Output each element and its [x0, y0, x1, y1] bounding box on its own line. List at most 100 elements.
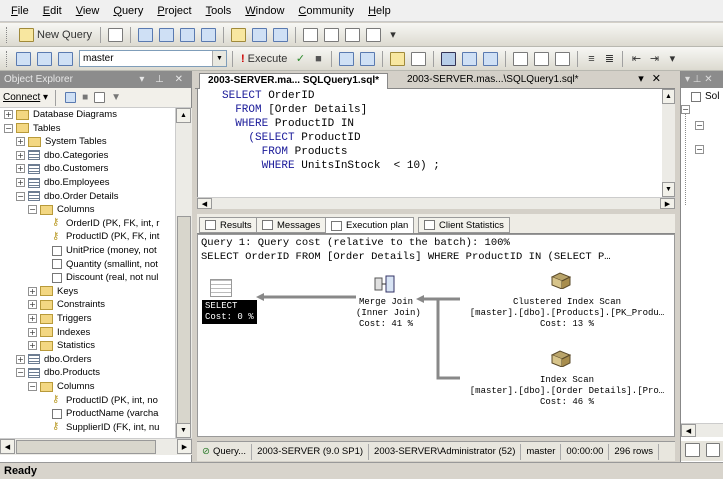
open-file-icon[interactable]: [231, 27, 247, 42]
collapse-icon[interactable]: −: [16, 368, 25, 378]
tree-node[interactable]: + dbo.Categories: [16, 149, 108, 162]
expand-icon[interactable]: +: [16, 137, 25, 147]
tree-node[interactable]: − dbo.Order Details: [16, 190, 118, 203]
registered-servers-icon[interactable]: [303, 27, 319, 42]
menu-help[interactable]: Help: [361, 1, 398, 21]
save-all-icon[interactable]: [273, 27, 289, 42]
editor-horizontal-scrollbar[interactable]: ◀ ▶: [197, 197, 675, 209]
expand-icon[interactable]: +: [16, 150, 25, 160]
scroll-left-icon[interactable]: ◀: [197, 198, 212, 209]
tree-node[interactable]: ⚷ ProductID (PK, int, no: [40, 394, 158, 407]
change-connection-icon[interactable]: [37, 51, 52, 66]
template-explorer-icon[interactable]: [345, 27, 361, 42]
solution-explorer-scrollbar[interactable]: ◀: [681, 423, 723, 437]
tree-node[interactable]: + Database Diagrams: [4, 108, 117, 121]
collapse-icon[interactable]: −: [16, 191, 25, 201]
outdent-icon[interactable]: ⇥: [646, 50, 662, 68]
menu-window[interactable]: Window: [238, 1, 291, 21]
sql-editor[interactable]: SELECT OrderID FROM [Order Details] WHER…: [197, 89, 673, 197]
refresh-icon[interactable]: [94, 92, 106, 103]
tree-node[interactable]: Discount (real, not nul: [40, 271, 158, 284]
connect-icon[interactable]: [16, 51, 31, 66]
filter-icon[interactable]: ▼: [111, 92, 121, 103]
object-explorer-horizontal-scrollbar[interactable]: ◀ ▶: [0, 438, 192, 455]
connect-button[interactable]: Connect ▾: [3, 92, 48, 103]
dmx-query-icon[interactable]: [180, 27, 196, 42]
collapse-icon[interactable]: −: [28, 382, 37, 391]
uncomment-icon[interactable]: ≡: [583, 50, 599, 68]
tree-node[interactable]: UnitPrice (money, not: [40, 244, 157, 257]
cancel-execution-icon[interactable]: ■: [310, 50, 326, 68]
tree-node[interactable]: + dbo.Orders: [16, 353, 92, 366]
object-explorer-vertical-scrollbar[interactable]: ▲ ▼: [175, 108, 192, 438]
menu-file[interactable]: File: [4, 1, 36, 21]
tab-messages[interactable]: Messages: [256, 217, 327, 233]
tree-node[interactable]: + Triggers: [28, 312, 92, 325]
display-estimated-plan-icon[interactable]: [339, 51, 355, 66]
disconnect-icon[interactable]: [65, 92, 77, 103]
expand-icon[interactable]: +: [4, 110, 13, 119]
tree-node[interactable]: + Keys: [28, 285, 78, 298]
expand-icon[interactable]: +: [28, 314, 37, 323]
expand-icon[interactable]: −: [695, 145, 704, 154]
panel-controls[interactable]: ▾ ⊥ ✕: [139, 74, 191, 85]
tree-node[interactable]: + System Tables: [16, 135, 107, 148]
analysis-query-icon[interactable]: [138, 27, 154, 42]
expand-icon[interactable]: +: [28, 341, 37, 351]
scroll-thumb[interactable]: [177, 216, 191, 426]
client-statistics-icon[interactable]: [462, 51, 478, 66]
save-icon[interactable]: [252, 27, 268, 42]
new-query-button[interactable]: New Query: [14, 26, 95, 44]
query-options-icon[interactable]: [360, 51, 376, 66]
tab-client-statistics[interactable]: Client Statistics: [418, 217, 510, 233]
scroll-up-icon[interactable]: ▲: [176, 108, 191, 123]
scroll-down-icon[interactable]: ▼: [662, 182, 675, 197]
document-window-controls[interactable]: ▾✕: [638, 72, 669, 85]
scroll-left-icon[interactable]: ◀: [681, 424, 696, 437]
scroll-right-icon[interactable]: ▶: [660, 198, 675, 209]
registered-servers-tab-icon[interactable]: [705, 443, 720, 457]
expand-icon[interactable]: +: [16, 354, 25, 364]
tree-node[interactable]: + Statistics: [28, 339, 95, 352]
results-to-grid-icon[interactable]: [513, 51, 529, 66]
scroll-up-icon[interactable]: ▲: [662, 89, 675, 104]
scroll-thumb[interactable]: [16, 440, 156, 454]
overflow-chevron-icon[interactable]: ▾: [664, 50, 680, 68]
menu-view[interactable]: View: [69, 1, 107, 21]
tree-node[interactable]: Quantity (smallint, not: [40, 258, 158, 271]
solution-explorer-tab-icon[interactable]: [685, 443, 700, 457]
include-actual-plan-icon[interactable]: [441, 51, 457, 66]
tree-node[interactable]: + Indexes: [28, 326, 90, 339]
database-select[interactable]: master ▼: [79, 50, 227, 67]
properties-icon[interactable]: [366, 27, 382, 42]
disconnect-icon[interactable]: [58, 51, 73, 66]
tree-node[interactable]: ⚷ SupplierID (FK, int, nu: [40, 421, 159, 434]
menu-edit[interactable]: Edit: [36, 1, 69, 21]
toolbar-grip[interactable]: [6, 50, 9, 67]
scroll-right-icon[interactable]: ▶: [177, 439, 192, 454]
collapse-icon[interactable]: −: [28, 205, 37, 215]
menu-community[interactable]: Community: [291, 1, 361, 21]
expand-icon[interactable]: +: [28, 327, 37, 337]
tree-node[interactable]: + dbo.Customers: [16, 162, 108, 175]
tree-node[interactable]: − Columns: [28, 203, 95, 216]
scroll-left-icon[interactable]: ◀: [0, 439, 15, 454]
tree-node[interactable]: ⚷ OrderID (PK, FK, int, r: [40, 217, 159, 230]
results-to-text-icon[interactable]: [483, 51, 499, 66]
tab-results[interactable]: Results: [199, 217, 258, 233]
expand-icon[interactable]: +: [16, 178, 25, 187]
intellisense-icon[interactable]: [411, 51, 427, 66]
scroll-down-icon[interactable]: ▼: [176, 423, 191, 438]
expand-icon[interactable]: −: [681, 105, 690, 114]
mdx-query-icon[interactable]: [159, 27, 175, 42]
new-file-icon[interactable]: [108, 27, 124, 42]
solution-node[interactable]: Sol: [691, 91, 719, 102]
decrease-indent-icon[interactable]: ≣: [601, 50, 617, 68]
expand-icon[interactable]: −: [695, 121, 704, 130]
xmla-query-icon[interactable]: [201, 27, 217, 42]
stop-icon[interactable]: ■: [82, 92, 88, 103]
tree-node[interactable]: − Tables: [4, 122, 60, 135]
expand-icon[interactable]: +: [28, 286, 37, 296]
tree-node[interactable]: ⚷ ProductID (PK, FK, int: [40, 230, 159, 243]
results-to-file-icon[interactable]: [534, 51, 550, 66]
